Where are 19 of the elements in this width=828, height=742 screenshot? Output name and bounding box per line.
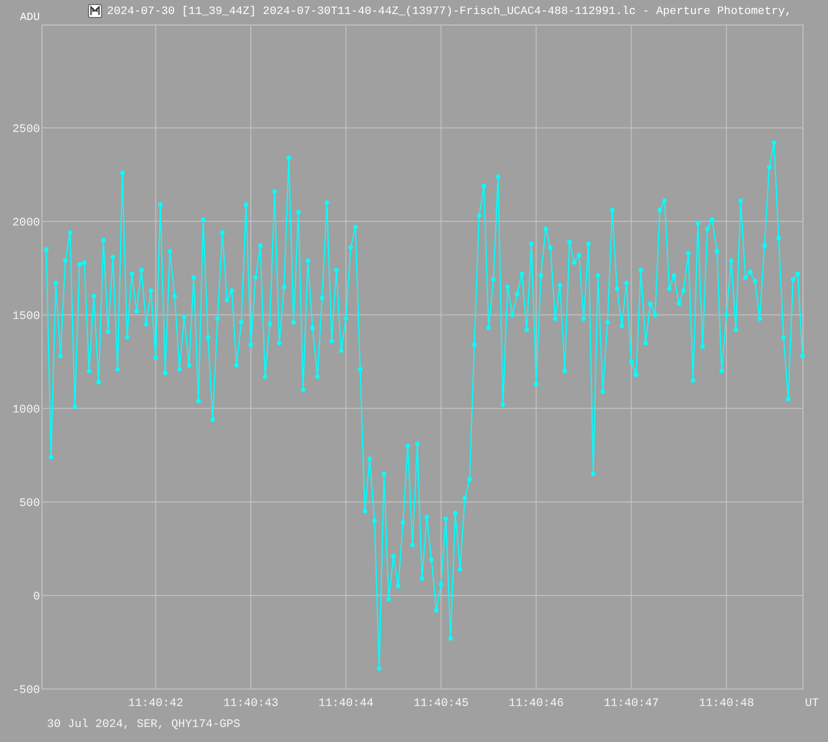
- tick-label: 11:40:42: [128, 697, 184, 710]
- tick-label: 1000: [12, 403, 40, 416]
- tick-label: 500: [19, 496, 40, 510]
- tick-label: 11:40:43: [223, 697, 278, 710]
- tick-label: 1500: [12, 310, 40, 323]
- app-icon: [88, 4, 102, 18]
- caption-text: 30 Jul 2024, SER, QHY174-GPS: [47, 718, 240, 731]
- tick-label: 2500: [12, 122, 40, 136]
- axis-title: ADU: [19, 12, 41, 24]
- tick-label: 11:40:45: [413, 697, 469, 710]
- window-title: 2024-07-30 [11_39_44Z] 2024-07-30T11-40-44Z_(13977)-Frisch_UCAC4-488-112991.lc - Aperture Photometry,: [107, 6, 792, 19]
- tick-label: 0: [33, 590, 40, 604]
- tick-label: -500: [12, 684, 40, 697]
- tick-label: 11:40:48: [698, 697, 754, 710]
- tick-label: 11:40:44: [318, 697, 374, 710]
- tick-label: 11:40:47: [604, 697, 659, 710]
- axis-title: UT: [805, 697, 819, 710]
- tick-label: 11:40:46: [508, 697, 564, 710]
- tick-label: 2000: [12, 216, 40, 230]
